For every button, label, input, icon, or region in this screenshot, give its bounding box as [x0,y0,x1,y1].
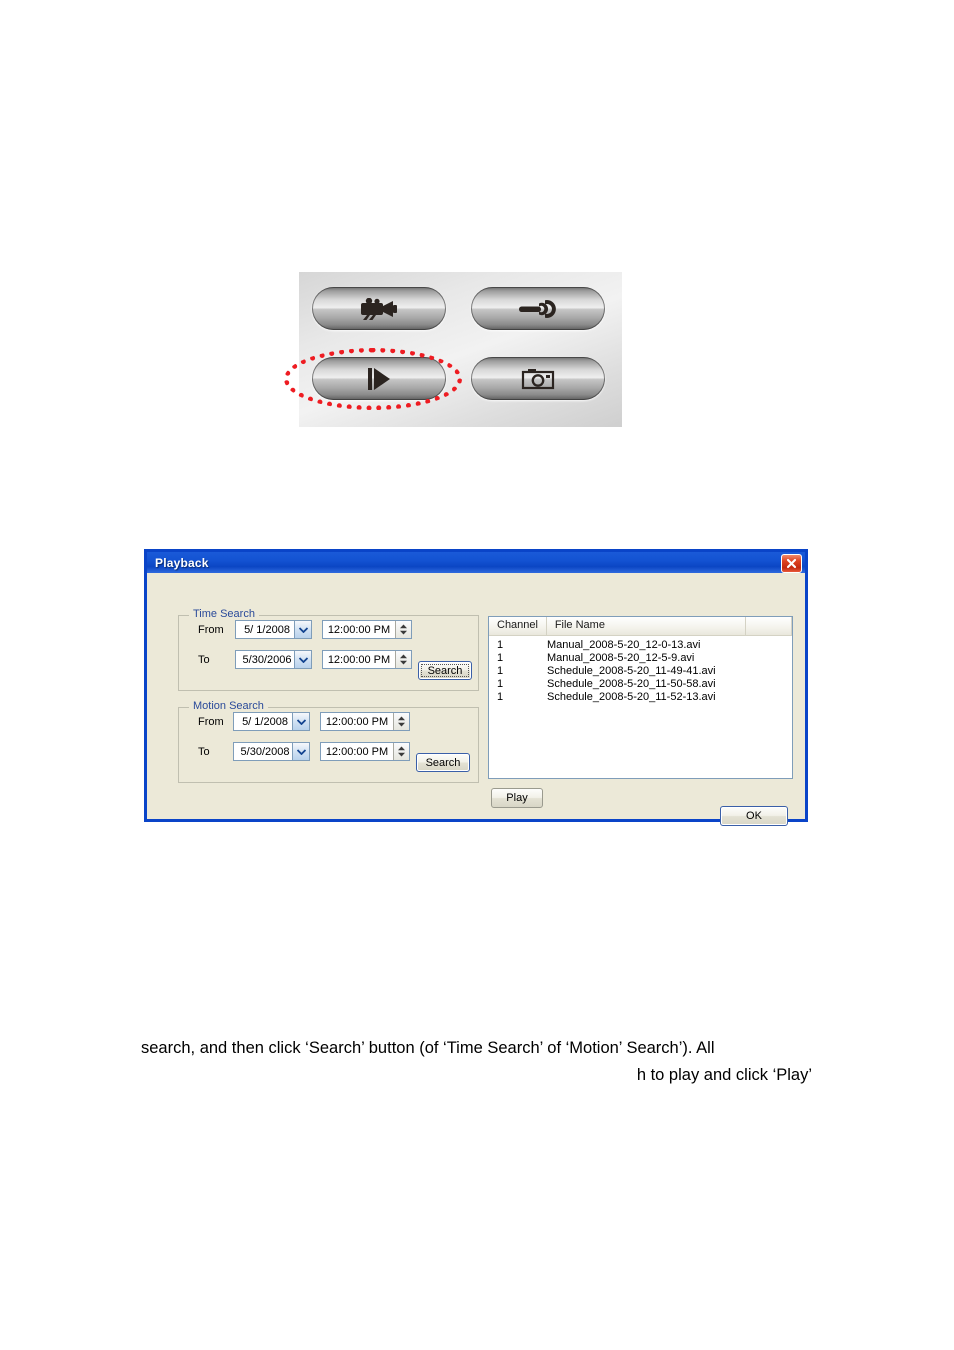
column-header-channel[interactable]: Channel [489,617,547,635]
motion-search-to-time[interactable]: 12:00:00 PM [320,742,410,761]
document-paragraph: search, and then click ‘Search’ button (… [141,1035,812,1088]
chevron-down-icon[interactable] [294,651,311,668]
playback-dialog: Playback Time Search From To 5/ 1/2008 1… [144,549,808,826]
time-search-search-button[interactable]: Search [418,661,472,680]
play-button-label: Play [506,792,528,804]
cell-channel: 1 [497,638,504,651]
file-list-header: Channel File Name [489,617,792,636]
motion-search-from-time-value: 12:00:00 PM [325,715,389,728]
cell-file-name: Schedule_2008-5-20_11-52-13.avi [547,690,716,703]
spinner-up-down-icon[interactable] [393,743,409,760]
camera-icon [521,367,555,391]
close-button[interactable] [781,554,802,573]
spinner-up-down-icon[interactable] [395,621,411,638]
time-search-from-date[interactable]: 5/ 1/2008 [235,620,312,639]
dialog-body: Time Search From To 5/ 1/2008 12:00:00 P… [147,573,805,826]
file-list[interactable]: Channel File Name 1 Manual_2008-5-20_12-0… [488,616,793,779]
play-icon [362,367,396,391]
time-search-legend: Time Search [189,608,259,620]
time-search-from-time[interactable]: 12:00:00 PM [322,620,412,639]
document-text-line-1: search, and then click ‘Search’ button (… [141,1039,715,1057]
time-search-to-date-value: 5/30/2006 [242,653,292,666]
cell-channel: 1 [497,651,504,664]
cell-file-name: Manual_2008-5-20_12-0-13.avi [547,638,701,651]
column-header-file-name[interactable]: File Name [547,617,747,635]
playback-button[interactable] [312,357,446,400]
motion-search-to-date-value: 5/30/2008 [240,745,290,758]
ok-button[interactable]: OK [720,806,788,826]
motion-search-to-date[interactable]: 5/30/2008 [233,742,310,761]
close-icon [786,558,797,569]
file-list-rows: 1 Manual_2008-5-20_12-0-13.avi 1 Manual_200… [489,636,792,703]
motion-search-from-date[interactable]: 5/ 1/2008 [233,712,310,731]
motion-search-to-label: To [198,746,210,758]
cell-channel: 1 [497,677,504,690]
cell-file-name: Schedule_2008-5-20_11-49-41.avi [547,664,716,677]
time-search-search-label: Search [427,664,463,677]
motion-search-search-button[interactable]: Search [416,753,470,772]
time-search-from-date-value: 5/ 1/2008 [244,623,290,636]
time-search-from-label: From [198,624,224,636]
application-toolbar-panel [284,272,622,427]
time-search-to-time[interactable]: 12:00:00 PM [322,650,412,669]
chevron-down-icon[interactable] [292,743,309,760]
chevron-down-icon[interactable] [292,713,309,730]
table-row[interactable]: 1 Manual_2008-5-20_12-5-9.avi [489,651,792,664]
time-search-to-time-value: 12:00:00 PM [327,653,391,666]
dialog-title: Playback [155,555,209,570]
dialog-titlebar[interactable]: Playback [144,549,808,573]
chevron-down-icon[interactable] [294,621,311,638]
document-text-line-2: h to play and click ‘Play’ [636,1065,812,1084]
setup-button[interactable] [471,287,605,330]
table-row[interactable]: 1 Schedule_2008-5-20_11-50-58.avi [489,677,792,690]
record-button[interactable] [312,287,446,330]
motion-search-to-time-value: 12:00:00 PM [325,745,389,758]
cell-channel: 1 [497,664,504,677]
table-row[interactable]: 1 Manual_2008-5-20_12-0-13.avi [489,638,792,651]
motion-search-from-date-value: 5/ 1/2008 [242,715,288,728]
cell-channel: 1 [497,690,504,703]
spinner-up-down-icon[interactable] [395,651,411,668]
table-row[interactable]: 1 Schedule_2008-5-20_11-49-41.avi [489,664,792,677]
play-button[interactable]: Play [491,788,543,808]
motion-search-from-label: From [198,716,224,728]
motion-search-from-time[interactable]: 12:00:00 PM [320,712,410,731]
column-header-extra[interactable] [746,617,792,635]
wrench-icon [517,299,559,319]
cell-file-name: Schedule_2008-5-20_11-50-58.avi [547,677,716,690]
motion-search-legend: Motion Search [189,700,268,712]
time-search-to-date[interactable]: 5/30/2006 [235,650,312,669]
spinner-up-down-icon[interactable] [393,713,409,730]
snapshot-button[interactable] [471,357,605,400]
time-search-from-time-value: 12:00:00 PM [327,623,391,636]
ok-button-label: OK [746,810,762,822]
time-search-to-label: To [198,654,210,666]
motion-search-search-label: Search [425,756,461,769]
cell-file-name: Manual_2008-5-20_12-5-9.avi [547,651,695,664]
camcorder-icon [358,297,400,320]
table-row[interactable]: 1 Schedule_2008-5-20_11-52-13.avi [489,690,792,703]
